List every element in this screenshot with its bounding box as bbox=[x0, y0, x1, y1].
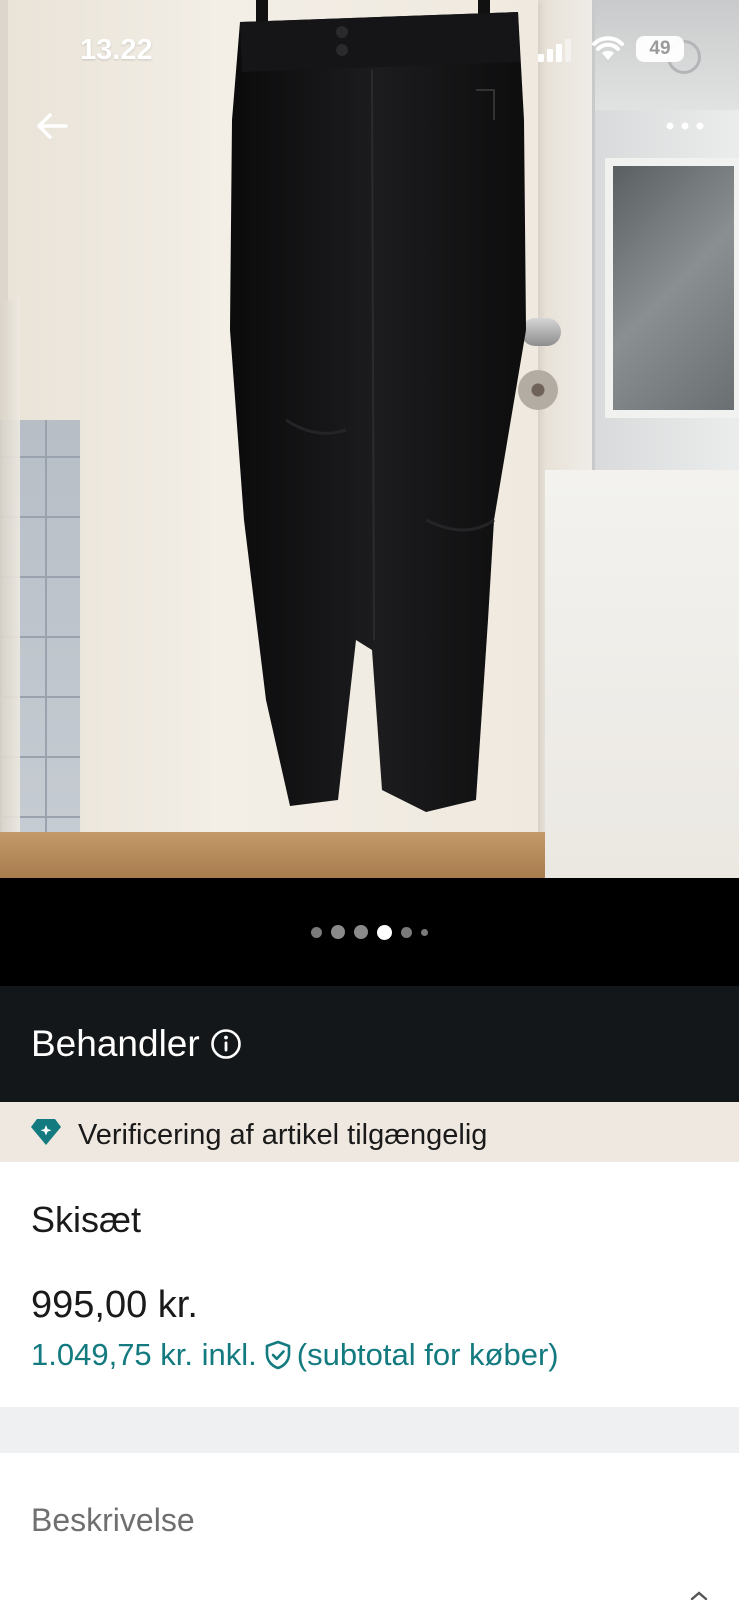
pager-dot[interactable] bbox=[421, 928, 428, 936]
item-price: 995,00 kr. bbox=[31, 1284, 198, 1326]
photo-ski-pants bbox=[230, 0, 526, 812]
chevron-up-icon[interactable] bbox=[688, 1590, 710, 1600]
pager-dot[interactable] bbox=[401, 926, 412, 938]
pager-dot[interactable] bbox=[311, 926, 322, 938]
buyer-price-amount: 1.049,75 kr. inkl. bbox=[31, 1337, 257, 1372]
photo-wall bbox=[545, 470, 739, 878]
description-title: Beskrivelse bbox=[31, 1502, 195, 1538]
item-photo[interactable] bbox=[0, 0, 739, 878]
section-divider bbox=[0, 1407, 739, 1453]
behandler-label: Behandler bbox=[31, 1023, 200, 1064]
diamond-icon bbox=[31, 1119, 61, 1145]
status-time: 13.22 bbox=[80, 34, 153, 66]
cellular-signal-icon bbox=[538, 39, 571, 62]
battery-icon: 49 bbox=[636, 36, 684, 62]
photo-oven bbox=[592, 0, 739, 470]
info-icon[interactable] bbox=[210, 1028, 242, 1060]
pager-dot[interactable] bbox=[354, 925, 368, 939]
back-button[interactable] bbox=[30, 104, 74, 148]
shield-check-icon bbox=[265, 1340, 291, 1370]
wifi-icon bbox=[592, 36, 624, 60]
status-icons: 49 bbox=[538, 34, 688, 64]
pager-dot-active[interactable] bbox=[377, 924, 392, 940]
buyer-price-link[interactable]: 1.049,75 kr. inkl. (subtotal for køber) bbox=[31, 1333, 721, 1377]
item-title: Skisæt bbox=[31, 1199, 142, 1240]
photo-doorframe bbox=[0, 296, 20, 864]
verification-banner[interactable]: Verificering af artikel tilgængelig bbox=[0, 1102, 739, 1162]
pager-dot[interactable] bbox=[331, 925, 345, 939]
more-options-button[interactable] bbox=[660, 112, 710, 140]
pager-dots bbox=[0, 878, 739, 986]
buyer-price-note: (subtotal for køber) bbox=[296, 1337, 559, 1372]
behandler-bar[interactable]: Behandler bbox=[0, 986, 739, 1102]
ellipsis-icon bbox=[666, 122, 704, 130]
arrow-left-icon bbox=[37, 113, 68, 139]
verification-text: Verificering af artikel tilgængelig bbox=[78, 1119, 488, 1151]
gallery-pager bbox=[0, 878, 739, 986]
